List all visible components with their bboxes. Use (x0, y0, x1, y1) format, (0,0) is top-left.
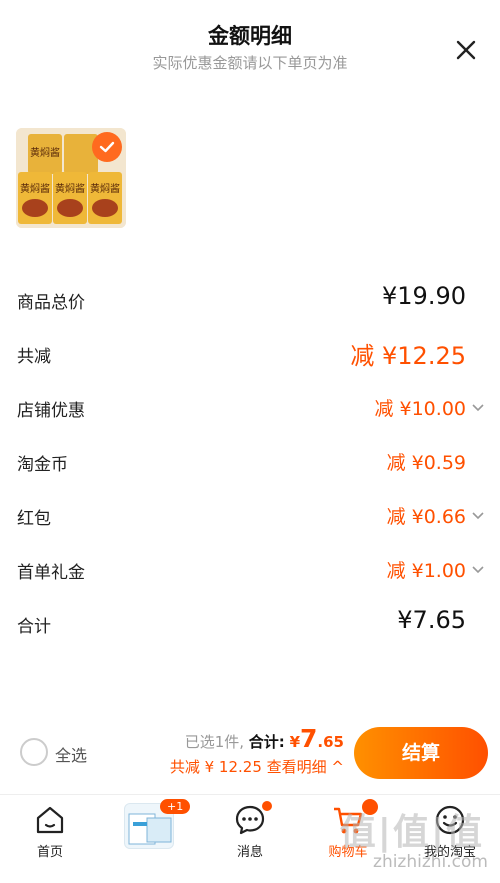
row-label: 合计 (17, 617, 51, 637)
chevron-down-icon[interactable] (470, 562, 486, 578)
selected-count: 已选1件, (184, 733, 245, 751)
row-label: 红包 (17, 509, 51, 529)
tab-label: 消息 (236, 845, 263, 860)
checkout-button[interactable]: 结算 (354, 727, 488, 779)
checkout-bar: 全选 已选1件, 合计: ¥7.65 共减 ¥ 12.25 查看明细 ^ 结算 (0, 716, 500, 792)
total-amount: ¥7.65 (289, 724, 344, 753)
watermark-logo: 值|值|值 (339, 812, 484, 853)
product-label: 黄焖酱 (20, 182, 50, 195)
row-label: 商品总价 (17, 293, 85, 313)
row-subtotal: 商品总价 ¥19.90 (0, 280, 500, 320)
total-integer: 7 (300, 724, 318, 753)
row-taojinbi: 淘金币 减 ¥0.59 (0, 442, 500, 482)
discount-amount: 共减 ¥ 12.25 (169, 758, 262, 776)
close-button[interactable] (452, 36, 480, 64)
row-label: 共减 (17, 347, 51, 367)
row-first-order-gift[interactable]: 首单礼金 减 ¥1.00 (0, 550, 500, 590)
total-label: 合计: (248, 733, 285, 751)
selected-check-badge[interactable] (92, 132, 122, 162)
page-title: 金额明细 (208, 24, 292, 48)
row-value: 减 ¥0.66 (386, 506, 466, 528)
select-all-label[interactable]: 全选 (55, 742, 87, 766)
home-icon (36, 806, 64, 834)
watermark-url: zhizhizhi.com (373, 852, 488, 872)
close-icon (456, 40, 476, 60)
promo-badge: +1 (160, 799, 191, 814)
order-summary: 已选1件, 合计: ¥7.65 共减 ¥ 12.25 查看明细 ^ (170, 724, 344, 777)
row-value: ¥19.90 (382, 282, 466, 310)
check-icon (99, 141, 115, 153)
total-decimal: .65 (317, 733, 344, 751)
row-value: 减 ¥0.59 (386, 452, 466, 474)
summary-line: 已选1件, 合计: ¥7.65 (170, 724, 344, 753)
product-label: 黄焖酱 (30, 146, 60, 159)
currency-symbol: ¥ (289, 733, 301, 751)
chevron-down-icon[interactable] (470, 508, 486, 524)
row-label: 淘金币 (17, 455, 68, 475)
select-all-radio[interactable] (20, 738, 48, 766)
page-subtitle: 实际优惠金额请以下单页为准 (152, 54, 348, 72)
header: 金额明细 实际优惠金额请以下单页为准 (0, 0, 500, 90)
unread-dot (262, 801, 272, 811)
view-details-link[interactable]: 查看明细 ^ (267, 758, 344, 776)
row-value: 减 ¥10.00 (374, 398, 466, 420)
row-grand-total: 合计 ¥7.65 (0, 604, 500, 644)
row-label: 首单礼金 (17, 563, 85, 583)
row-red-packet[interactable]: 红包 减 ¥0.66 (0, 496, 500, 536)
chevron-down-icon[interactable] (470, 400, 486, 416)
row-label: 店铺优惠 (17, 401, 85, 421)
row-value: 减 ¥12.25 (350, 342, 466, 370)
tab-label: 首页 (36, 845, 63, 860)
row-total-discount: 共减 减 ¥12.25 (0, 334, 500, 374)
row-value: 减 ¥1.00 (386, 560, 466, 582)
product-label: 黄焖酱 (55, 182, 85, 195)
discount-line: 共减 ¥ 12.25 查看明细 ^ (170, 756, 344, 777)
tab-messages[interactable]: 消息 (210, 803, 290, 860)
product-label: 黄焖酱 (90, 182, 120, 195)
row-value: ¥7.65 (397, 606, 466, 634)
tab-home[interactable]: 首页 (10, 803, 90, 860)
row-store-discount[interactable]: 店铺优惠 减 ¥10.00 (0, 388, 500, 428)
